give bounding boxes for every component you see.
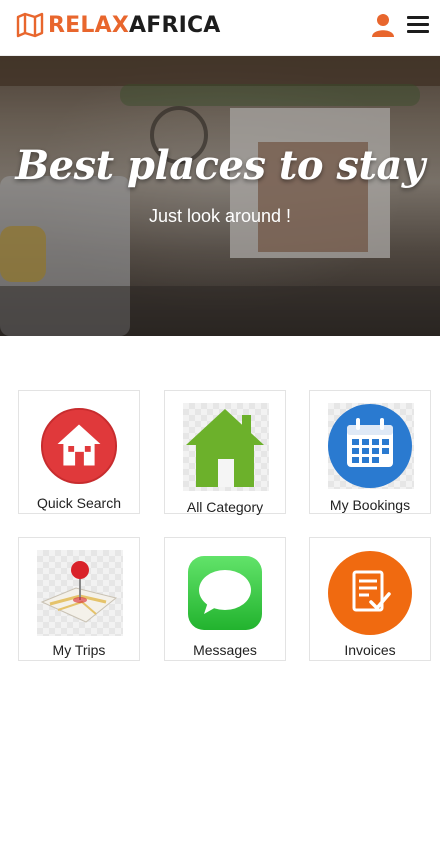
hero-subtitle: Just look around ! bbox=[148, 206, 292, 226]
user-icon[interactable] bbox=[370, 12, 396, 38]
calendar-icon bbox=[328, 404, 412, 488]
tile-label: All Category bbox=[186, 499, 264, 515]
home-icon bbox=[186, 409, 264, 487]
tile-my-bookings[interactable]: My Bookings bbox=[309, 390, 431, 514]
top-bar: RELAXAFRICA bbox=[0, 0, 440, 56]
tile-quick-search[interactable]: Quick Search bbox=[18, 390, 140, 514]
tile-messages[interactable]: Messages bbox=[164, 537, 286, 661]
map-icon bbox=[16, 12, 44, 38]
logo-africa-text: AFRICA bbox=[128, 12, 221, 38]
map-pin-icon bbox=[40, 561, 118, 623]
tile-label: My Trips bbox=[52, 642, 106, 658]
tile-my-trips[interactable]: My Trips bbox=[18, 537, 140, 661]
hero-banner: Best places to stay Just look around ! bbox=[0, 56, 440, 336]
tile-label: Invoices bbox=[344, 642, 396, 658]
hero-title: Best places to stay bbox=[15, 142, 425, 189]
tile-label: Messages bbox=[193, 642, 257, 658]
invoice-icon bbox=[328, 551, 412, 635]
brand-logo[interactable]: RELAXAFRICA bbox=[16, 12, 221, 38]
logo-relax-text: RELAX bbox=[48, 12, 129, 38]
tile-all-category[interactable]: All Category bbox=[164, 390, 286, 515]
hamburger-menu-icon[interactable] bbox=[407, 16, 429, 34]
tile-invoices[interactable]: Invoices bbox=[309, 537, 431, 661]
house-icon bbox=[40, 407, 118, 485]
chat-bubble-icon bbox=[188, 556, 262, 630]
tile-label: Quick Search bbox=[36, 495, 122, 511]
tile-label: My Bookings bbox=[329, 497, 411, 513]
